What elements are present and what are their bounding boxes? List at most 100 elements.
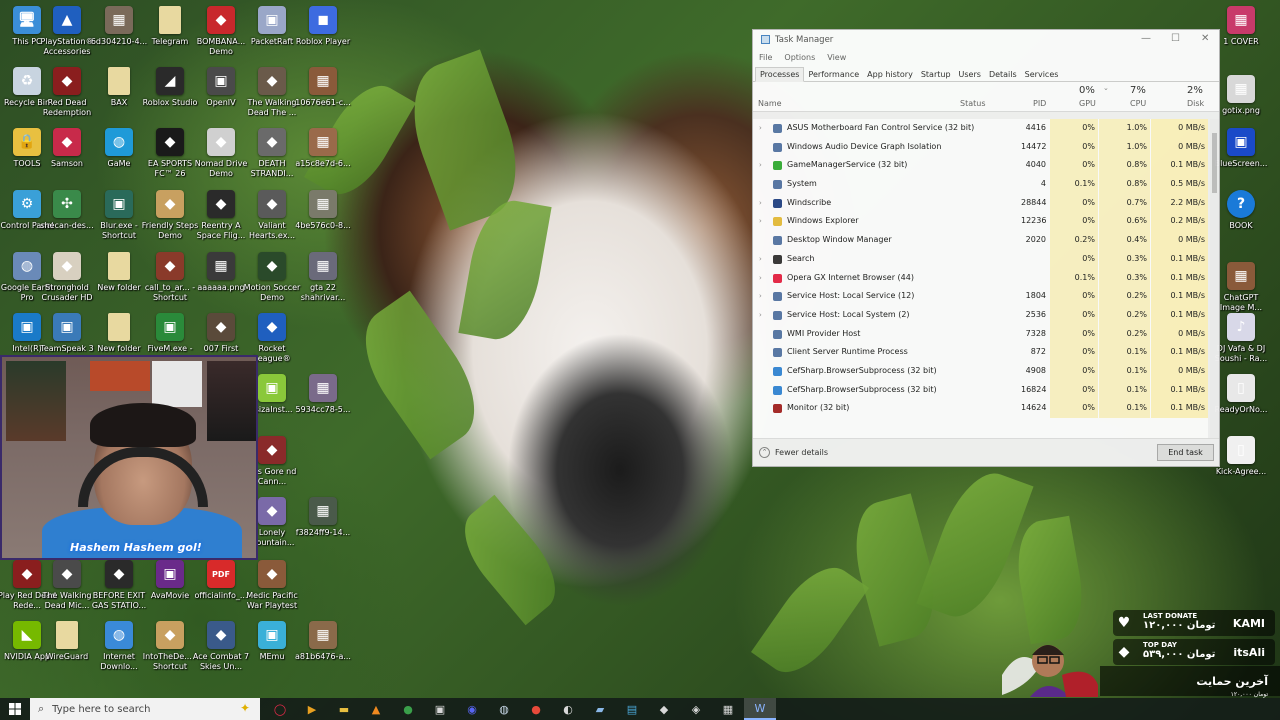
- tab-users[interactable]: Users: [955, 68, 985, 81]
- column-cpu[interactable]: CPU: [1130, 99, 1146, 108]
- process-row[interactable]: Windows Audio Device Graph Isolation 1447…: [753, 137, 1208, 157]
- chrome-icon[interactable]: ●: [520, 698, 552, 720]
- column-status[interactable]: Status: [960, 99, 986, 108]
- tab-app-history[interactable]: App history: [863, 68, 917, 81]
- leaf-app-icon[interactable]: ◆: [648, 698, 680, 720]
- desktop-icon[interactable]: ◼ Roblox Player: [292, 6, 354, 47]
- process-row[interactable]: CefSharp.BrowserSubprocess (32 bit) 4908 0…: [753, 361, 1208, 381]
- process-icon: [773, 254, 782, 264]
- tab-services[interactable]: Services: [1021, 68, 1063, 81]
- expand-chevron-icon[interactable]: ›: [759, 161, 762, 169]
- process-row[interactable]: › Windscribe 28844 0% 0.7% 2.2 MB/s: [753, 193, 1208, 213]
- desktop-icon[interactable]: ▦ gta 22 shahrivar...: [292, 252, 354, 303]
- process-cpu: 1.0%: [1099, 137, 1150, 157]
- process-pid: 16824: [1021, 384, 1047, 394]
- process-row[interactable]: › Search 0% 0.3% 0.1 MB/s: [753, 249, 1208, 269]
- process-row[interactable]: › ASUS Motherboard Fan Control Service (3…: [753, 119, 1208, 138]
- maximize-icon[interactable]: ☐: [1171, 33, 1180, 44]
- process-row[interactable]: › Service Host: Local Service (12) 1804 0% 0…: [753, 287, 1208, 306]
- column-pid[interactable]: PID: [1033, 99, 1046, 108]
- expand-chevron-icon[interactable]: ›: [759, 199, 762, 207]
- desktop-icon[interactable]: ▦ f3824ff9-14...: [292, 497, 354, 538]
- image-thumb-icon: ▦: [309, 252, 337, 280]
- process-disk: 0 MB/s: [1151, 324, 1208, 344]
- expand-chevron-icon[interactable]: ›: [759, 274, 762, 282]
- desktop-icon[interactable]: ▦ 4be576c0-8...: [292, 190, 354, 231]
- expand-chevron-icon[interactable]: ›: [759, 124, 762, 132]
- vertical-scrollbar[interactable]: [1210, 119, 1219, 453]
- expand-chevron-icon[interactable]: ›: [759, 311, 762, 319]
- chevron-up-icon[interactable]: ⌃: [759, 446, 770, 458]
- screen-icon[interactable]: ▤: [616, 698, 648, 720]
- process-row[interactable]: › GameManagerService (32 bit) 4040 0% 0.8% 0.…: [753, 156, 1208, 176]
- media-player-icon[interactable]: ▶: [296, 698, 328, 720]
- column-name[interactable]: Name: [758, 99, 782, 108]
- expand-chevron-icon[interactable]: ›: [759, 255, 762, 263]
- task-manager-window[interactable]: Task Manager — ☐ ✕ File Options View Pro…: [752, 29, 1220, 467]
- task-manager-titlebar[interactable]: Task Manager — ☐ ✕: [753, 30, 1219, 49]
- vlc-icon[interactable]: ▲: [360, 698, 392, 720]
- process-row[interactable]: WMI Provider Host 7328 0% 0.2% 0 MB/s: [753, 324, 1208, 344]
- process-row[interactable]: Desktop Window Manager 2020 0.2% 0.4% 0 MB/s: [753, 231, 1208, 250]
- process-name: CefSharp.BrowserSubprocess (32 bit): [787, 384, 937, 394]
- chrome-icon[interactable]: ●: [392, 698, 424, 720]
- app-window-icon[interactable]: ▣: [424, 698, 456, 720]
- process-row[interactable]: System 4 0.1% 0.8% 0.5 MB/s: [753, 175, 1208, 194]
- menu-view[interactable]: View: [827, 53, 846, 62]
- tab-processes[interactable]: Processes: [755, 67, 805, 82]
- obs-icon[interactable]: ◐: [552, 698, 584, 720]
- process-row[interactable]: Client Server Runtime Process 872 0% 0.1% 0.…: [753, 343, 1208, 362]
- notes-icon[interactable]: ▰: [584, 698, 616, 720]
- task-manager-icon[interactable]: W: [744, 698, 776, 720]
- process-row[interactable]: › Opera GX Internet Browser (44) 0.1% 0.3% 0…: [753, 268, 1208, 288]
- game-icon: ◆: [156, 621, 184, 649]
- desktop-icon[interactable]: ▦ a81b6476-a...: [292, 621, 354, 662]
- discord-icon[interactable]: ◉: [456, 698, 488, 720]
- windows-logo-icon: [9, 703, 21, 715]
- close-icon[interactable]: ✕: [1201, 33, 1209, 44]
- process-row[interactable]: Monitor (32 bit) 14624 0% 0.1% 0.1 MB/s: [753, 399, 1208, 418]
- process-name: System: [787, 179, 817, 189]
- process-gpu: 0.1%: [1050, 268, 1098, 288]
- scroll-thumb[interactable]: [1212, 133, 1217, 193]
- window-icon[interactable]: ▦: [712, 698, 744, 720]
- fewer-details-link[interactable]: Fewer details: [775, 448, 828, 457]
- end-task-button[interactable]: End task: [1157, 444, 1214, 461]
- desktop-icon[interactable]: ▦ 10676e61-c...: [292, 67, 354, 108]
- process-icon: [773, 273, 782, 283]
- desktop-icon[interactable]: ◆ Medic Pacific War Playtest: [241, 560, 303, 611]
- process-row[interactable]: › Windows Explorer 12236 0% 0.6% 0.2 MB/s: [753, 212, 1208, 232]
- tab-performance[interactable]: Performance: [804, 68, 863, 81]
- process-disk: 0.1 MB/s: [1151, 249, 1208, 269]
- taskbar-search-box[interactable]: ⌕ Type here to search ✦: [30, 698, 260, 720]
- menu-file[interactable]: File: [759, 53, 772, 62]
- vpn-icon[interactable]: ◈: [680, 698, 712, 720]
- expand-chevron-icon[interactable]: ›: [759, 292, 762, 300]
- tab-startup[interactable]: Startup: [917, 68, 955, 81]
- process-disk: 0 MB/s: [1151, 137, 1208, 157]
- column-disk[interactable]: Disk: [1187, 99, 1204, 108]
- process-row[interactable]: › Service Host: Local System (2) 2536 0% 0.2…: [753, 305, 1208, 325]
- process-disk: 2.2 MB/s: [1151, 193, 1208, 213]
- game-icon: ◆: [156, 190, 184, 218]
- desktop-icon[interactable]: ▦ 5934cc78-5...: [292, 374, 354, 415]
- process-cpu: 0.8%: [1099, 156, 1150, 176]
- column-gpu[interactable]: GPU: [1079, 99, 1096, 108]
- image-thumb-icon: ▦: [309, 128, 337, 156]
- menu-options[interactable]: Options: [784, 53, 815, 62]
- steam-icon[interactable]: ◍: [488, 698, 520, 720]
- process-disk: 0.1 MB/s: [1151, 268, 1208, 288]
- roblox-icon: ◼: [309, 6, 337, 34]
- tab-details[interactable]: Details: [985, 68, 1021, 81]
- desktop-icon[interactable]: ▦ a15c8e7d-6...: [292, 128, 354, 169]
- file-explorer-icon[interactable]: ▬: [328, 698, 360, 720]
- expand-chevron-icon[interactable]: ›: [759, 217, 762, 225]
- game-icon: ◆: [258, 67, 286, 95]
- search-highlight-icon[interactable]: ✦: [240, 701, 250, 715]
- opera-gx-icon[interactable]: ◯: [264, 698, 296, 720]
- minimize-icon[interactable]: —: [1141, 33, 1151, 44]
- process-gpu: 0%: [1050, 399, 1098, 418]
- start-button[interactable]: [0, 698, 30, 720]
- process-row[interactable]: CefSharp.BrowserSubprocess (32 bit) 16824…: [753, 380, 1208, 400]
- game-icon: ◆: [53, 252, 81, 280]
